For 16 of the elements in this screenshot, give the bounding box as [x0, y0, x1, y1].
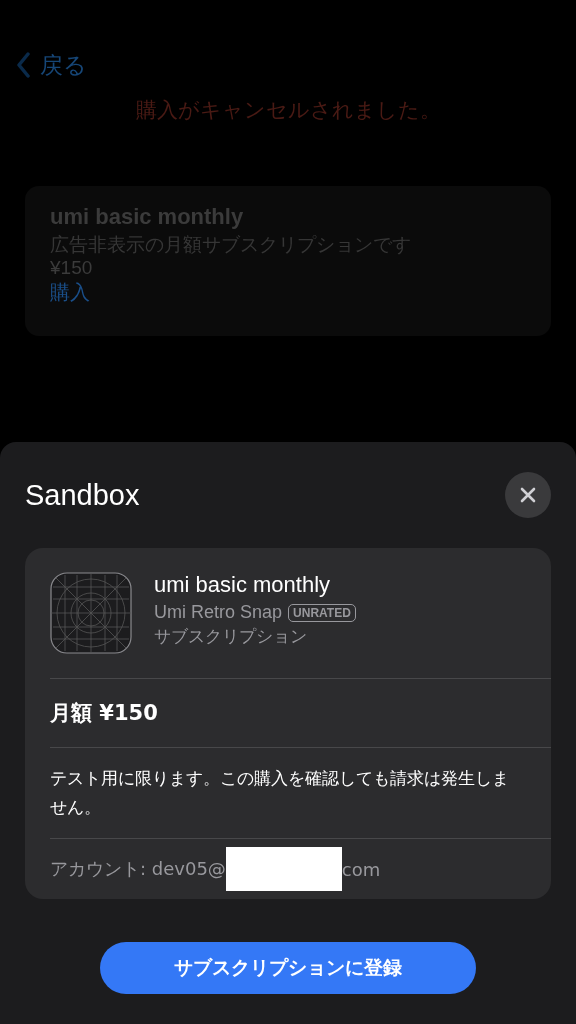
item-name: umi basic monthly [154, 572, 332, 598]
back-button[interactable]: 戻る [40, 49, 87, 81]
app-icon [50, 572, 132, 654]
subscribe-button[interactable]: サブスクリプションに登録 [100, 942, 476, 994]
price-text: 月額 ¥150 [50, 679, 551, 748]
sheet-title: Sandbox [25, 478, 140, 512]
notice-text: テスト用に限ります。この購入を確認しても請求は発生しません。 [50, 748, 551, 839]
close-button[interactable] [505, 472, 551, 518]
close-icon [519, 486, 537, 504]
app-name: Umi Retro Snap [154, 602, 283, 623]
account-domain: com [341, 858, 381, 880]
account-text: アカウント: dev05@ [50, 857, 226, 881]
cancel-message: 購入がキャンセルされました。 [134, 97, 442, 124]
item-type: サブスクリプション [154, 625, 308, 648]
buy-link[interactable]: 購入 [50, 280, 90, 304]
rating-badge: UNRATED [288, 603, 356, 622]
